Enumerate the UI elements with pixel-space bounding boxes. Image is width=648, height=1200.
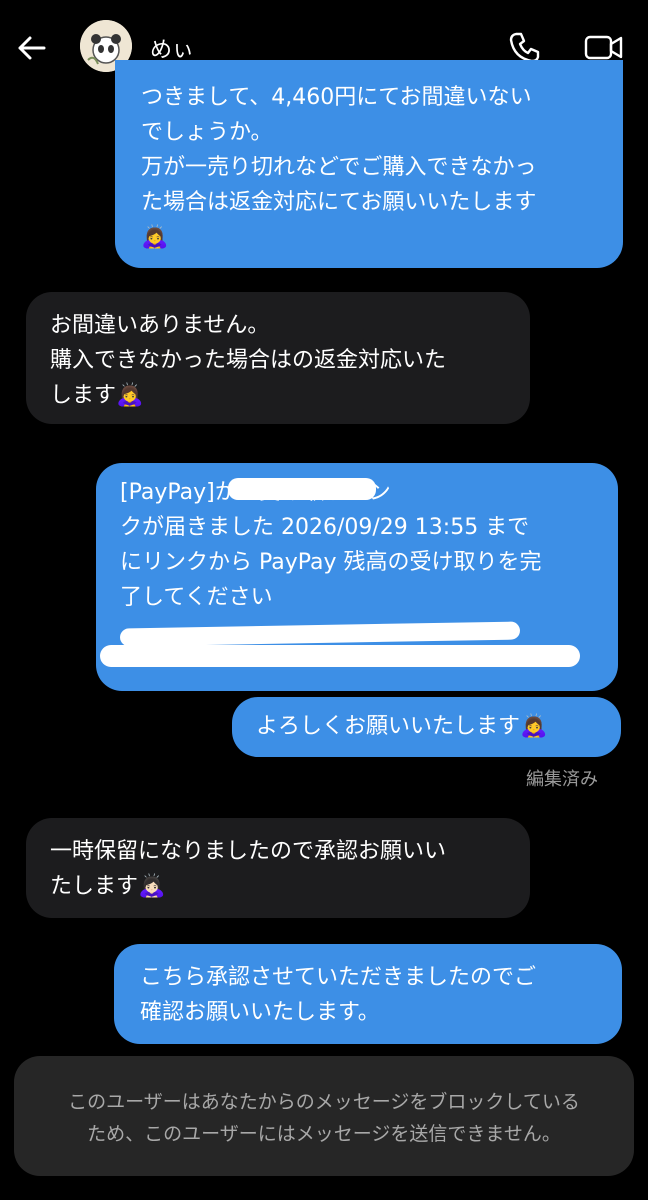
message-text: つきまして、4,460円にてお間違いない でしょうか。 万が一売り切れなどでご購… <box>141 85 537 250</box>
arrow-left-icon[interactable] <box>14 30 50 66</box>
edited-label: 編集済み <box>526 769 598 790</box>
message-outgoing[interactable]: つきまして、4,460円にてお間違いない でしょうか。 万が一売り切れなどでご購… <box>115 60 623 268</box>
message-incoming[interactable]: 一時保留になりましたので承認お願いい たします🙇🏻‍♀️ <box>26 818 530 918</box>
message-text: よろしくお願いいたします🙇‍♀️ <box>256 714 548 739</box>
message-outgoing[interactable]: よろしくお願いいたします🙇‍♀️ <box>232 697 621 757</box>
message-text: 一時保留になりましたので承認お願いい たします🙇🏻‍♀️ <box>50 839 447 899</box>
message-incoming[interactable]: お間違いありません。 購入できなかった場合はの返金対応いた します🙇‍♀️ <box>26 292 530 424</box>
message-outgoing[interactable]: こちら承認させていただきましたのでご 確認お願いいたします。 <box>114 944 622 1044</box>
message-text: お間違いありません。 購入できなかった場合はの返金対応いた します🙇‍♀️ <box>50 313 447 408</box>
phone-icon[interactable] <box>508 30 542 64</box>
message-text: こちら承認させていただきましたのでご 確認お願いいたします。 <box>140 965 537 1025</box>
blocked-notice: このユーザーはあなたからのメッセージをブロックしている ため、このユーザーにはメ… <box>14 1056 634 1176</box>
redaction-mark <box>228 478 376 500</box>
redaction-mark <box>100 645 580 667</box>
video-camera-icon[interactable] <box>584 30 624 64</box>
